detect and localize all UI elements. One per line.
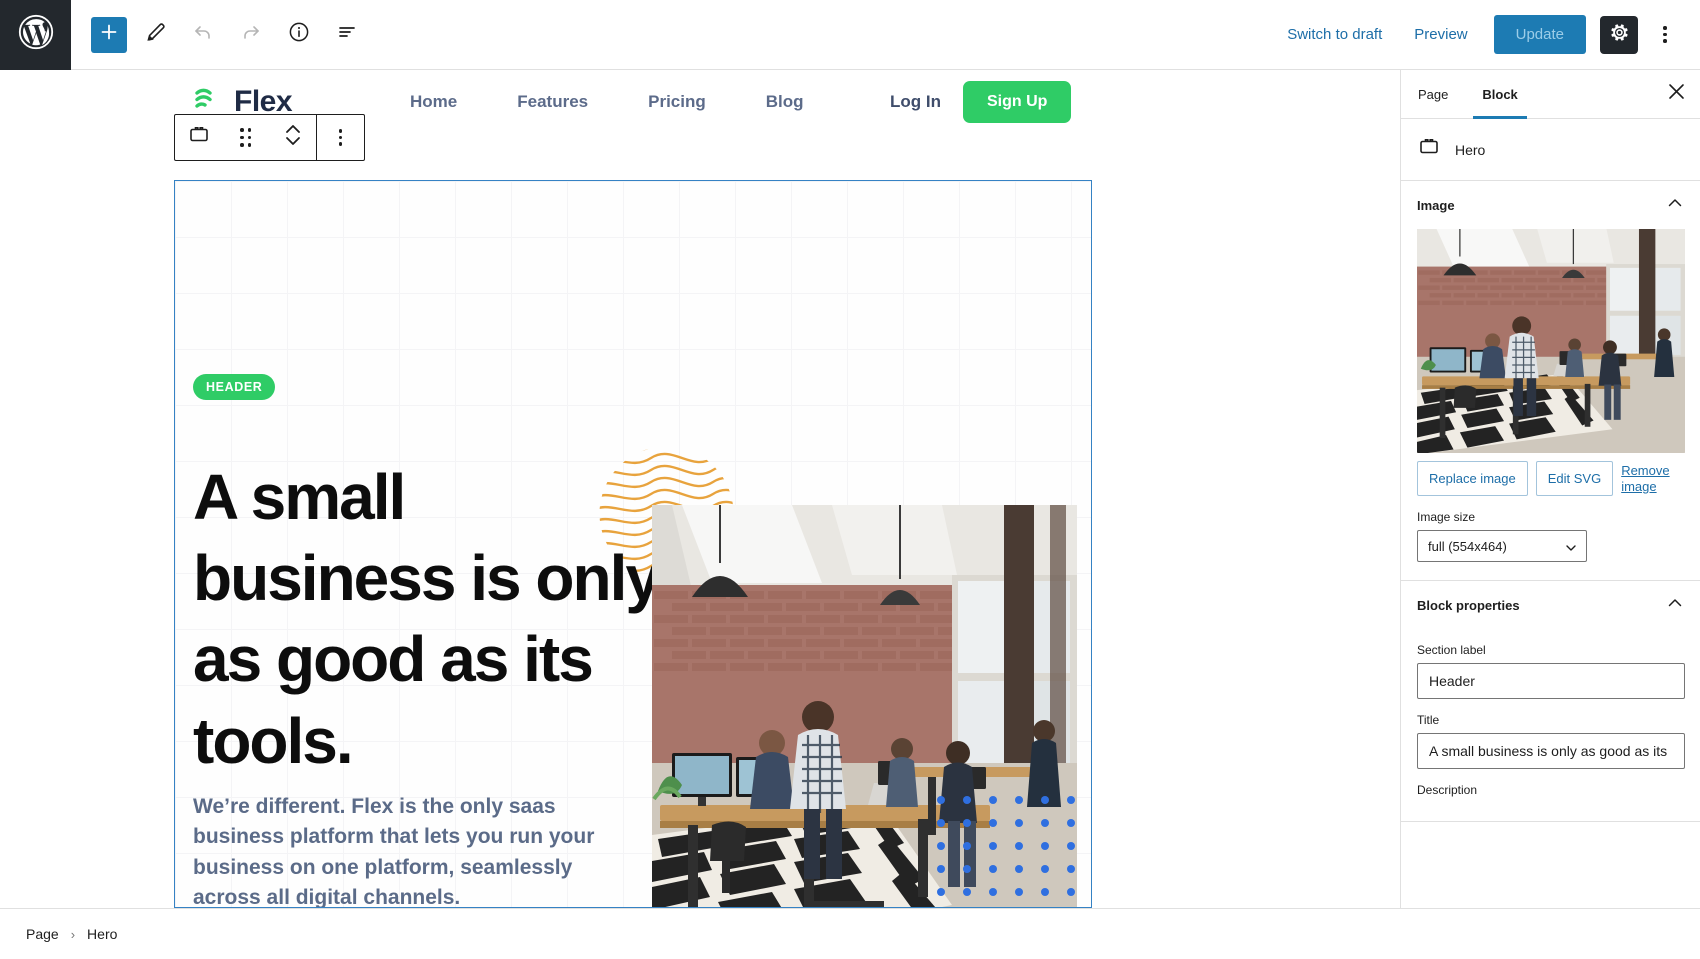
image-panel: Image Replace image Edit SVG Remove imag…: [1401, 181, 1700, 581]
description-label: Description: [1417, 783, 1478, 797]
close-icon: [1668, 83, 1685, 105]
preview-button[interactable]: Preview: [1400, 18, 1481, 51]
chevron-up-icon: [1666, 594, 1684, 617]
switch-to-draft-button[interactable]: Switch to draft: [1273, 18, 1396, 51]
image-size-label: Image size: [1417, 510, 1476, 524]
undo-button[interactable]: [183, 15, 223, 55]
settings-toggle-button[interactable]: [1600, 15, 1638, 54]
editor-actions-group: Switch to draft Preview Update: [1273, 15, 1700, 54]
drag-grip-icon: [240, 128, 251, 147]
breadcrumb: Page › Hero: [0, 908, 1700, 959]
drag-handle-button[interactable]: [222, 115, 269, 160]
image-action-row: Replace image Edit SVG Remove image: [1417, 461, 1684, 496]
edit-svg-button[interactable]: Edit SVG: [1535, 461, 1614, 496]
hero-description[interactable]: We’re different. Flex is the only saas b…: [193, 792, 633, 907]
pencil-edit-icon: [143, 20, 167, 49]
block-type-button[interactable]: [175, 115, 222, 160]
move-up-down-icon: [282, 121, 304, 154]
login-link[interactable]: Log In: [890, 92, 941, 112]
image-preview[interactable]: [1417, 229, 1685, 453]
site-nav-actions: Log In Sign Up: [890, 80, 1072, 123]
details-button[interactable]: [279, 15, 319, 55]
title-label: Title: [1417, 713, 1440, 727]
site-nav: Home Features Pricing Blog: [410, 92, 804, 112]
block-properties-panel: Block properties Section label Title Des…: [1401, 581, 1700, 822]
block-properties-panel-title: Block properties: [1417, 597, 1520, 613]
nav-item-pricing[interactable]: Pricing: [648, 92, 706, 112]
editor-top-bar: Switch to draft Preview Update: [0, 0, 1700, 70]
sidebar-tabs: Page Block: [1401, 70, 1700, 119]
move-block-button[interactable]: [269, 115, 316, 160]
hero-block-selected[interactable]: HEADER A small business is only as good …: [174, 180, 1092, 908]
hero-badge: HEADER: [193, 374, 276, 400]
settings-sidebar: Page Block Hero Image Replace image Edit…: [1400, 70, 1700, 908]
wordpress-logo-icon: [18, 14, 54, 55]
undo-arrow-icon: [191, 20, 215, 49]
update-button[interactable]: Update: [1493, 15, 1586, 54]
close-sidebar-button[interactable]: [1652, 70, 1700, 118]
list-view-icon: [335, 20, 359, 49]
block-identity-name: Hero: [1455, 141, 1486, 158]
remove-image-link[interactable]: Remove image: [1621, 461, 1677, 496]
blue-dot-grid-icon: [937, 796, 1091, 907]
title-input[interactable]: [1417, 733, 1685, 769]
gear-icon: [1609, 22, 1630, 48]
vertical-dots-icon: [338, 129, 343, 146]
block-identity: Hero: [1401, 119, 1700, 181]
hero-block-icon: [1417, 135, 1441, 164]
image-panel-title: Image: [1417, 197, 1455, 213]
list-view-button[interactable]: [327, 15, 367, 55]
hero-block-icon: [187, 123, 211, 152]
nav-item-blog[interactable]: Blog: [766, 92, 804, 112]
plus-icon: [98, 21, 120, 48]
nav-item-home[interactable]: Home: [410, 92, 457, 112]
tools-pencil-button[interactable]: [135, 15, 175, 55]
block-toolbar: [174, 114, 365, 161]
image-panel-header[interactable]: Image: [1417, 181, 1684, 229]
editor-tools-group: [71, 15, 367, 55]
tab-block[interactable]: Block: [1465, 70, 1534, 119]
more-options-button[interactable]: [1646, 16, 1684, 54]
replace-image-button[interactable]: Replace image: [1417, 461, 1528, 496]
vertical-dots-icon: [1663, 26, 1667, 43]
redo-arrow-icon: [239, 20, 263, 49]
breadcrumb-item-page[interactable]: Page: [26, 926, 59, 942]
add-block-button[interactable]: [91, 16, 127, 53]
breadcrumb-item-hero[interactable]: Hero: [87, 926, 117, 942]
section-label-label: Section label: [1417, 643, 1486, 657]
chevron-up-icon: [1666, 194, 1684, 217]
image-size-select-wrap: full (554x464): [1417, 530, 1587, 562]
section-label-input[interactable]: [1417, 663, 1685, 699]
nav-item-features[interactable]: Features: [517, 92, 588, 112]
block-properties-panel-header[interactable]: Block properties: [1417, 581, 1684, 629]
wordpress-logo-button[interactable]: [0, 0, 71, 70]
redo-button[interactable]: [231, 15, 271, 55]
info-circle-icon: [287, 20, 311, 49]
image-size-select[interactable]: full (554x464): [1417, 530, 1587, 562]
block-options-button[interactable]: [317, 115, 364, 160]
hero-title[interactable]: A small business is only as good as its …: [193, 457, 673, 782]
editor-canvas: Flex Home Features Pricing Blog Log In S…: [0, 70, 1266, 908]
tab-page[interactable]: Page: [1401, 70, 1465, 118]
signup-button[interactable]: Sign Up: [962, 80, 1072, 123]
breadcrumb-separator: ›: [70, 926, 76, 942]
